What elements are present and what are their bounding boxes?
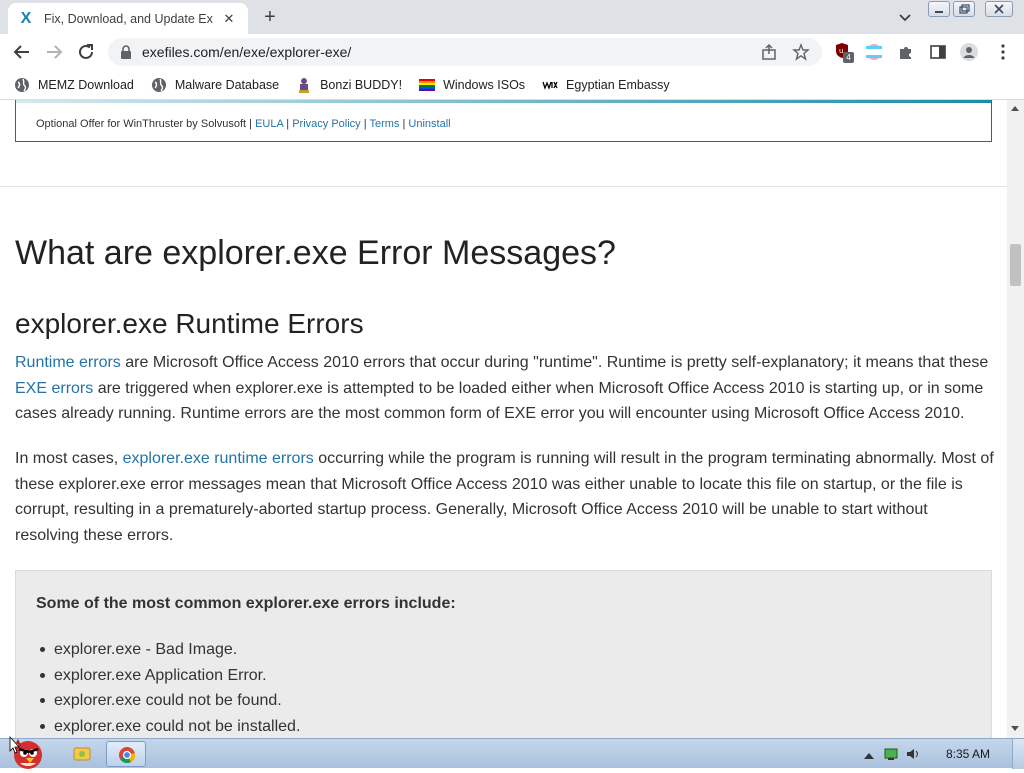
bookmarks-bar: MEMZ Download Malware Database Bonzi BUD… [0,70,1024,100]
list-item: explorer.exe - Bad Image. [39,637,300,663]
back-arrow-icon[interactable] [11,41,33,63]
restore-button[interactable] [953,1,975,17]
extension-badge: 4 [843,52,854,63]
close-window-button[interactable] [985,1,1013,17]
browser-window: X Fix, Download, and Update Ex ✕ + exefi… [0,0,1024,738]
offer-label: Optional Offer for WinThruster by Solvus… [36,118,256,130]
clock[interactable]: 8:35 AM [946,747,990,761]
address-bar[interactable]: exefiles.com/en/exe/explorer-exe/ [108,38,822,66]
tab-title: Fix, Download, and Update Ex [44,11,213,26]
bookmark-star-icon[interactable] [792,43,810,61]
share-icon[interactable] [760,43,778,61]
tab-strip: X Fix, Download, and Update Ex ✕ + [0,0,1024,34]
new-tab-button[interactable]: + [259,6,281,28]
taskbar: 8:35 AM [0,735,1024,769]
browser-toolbar: exefiles.com/en/exe/explorer-exe/ u 4 [0,34,1024,70]
bookmark-label: MEMZ Download [38,77,134,92]
bookmark-label: Windows ISOs [443,77,526,92]
tray-expand-arrow-icon[interactable] [862,749,876,763]
terms-link[interactable]: Terms [369,118,399,130]
profile-avatar-icon[interactable] [960,43,978,61]
extensions-puzzle-icon[interactable] [897,43,915,61]
offer-accent-bar [16,100,991,103]
exe-errors-link[interactable]: EXE errors [15,380,93,397]
url-text: exefiles.com/en/exe/explorer-exe/ [142,44,352,60]
common-errors-box: Some of the most common explorer.exe err… [15,570,992,738]
bookmark-label: Egyptian Embassy [566,77,670,92]
tab-close-icon[interactable]: ✕ [220,10,238,28]
list-item: explorer.exe could not be found. [39,688,300,714]
exefiles-favicon-icon: X [20,9,32,27]
page-scrollbar[interactable] [1007,100,1024,738]
show-desktop-button[interactable] [1012,739,1024,769]
globe-icon [15,77,29,92]
menu-kebab-icon[interactable] [994,43,1012,61]
para1-text1: are Microsoft Office Access 2010 errors … [120,354,989,371]
para1-text2: are triggered when explorer.exe is attem… [15,379,984,423]
bookmark-egyptian-embassy[interactable]: Egyptian Embassy [542,77,670,93]
reload-icon[interactable] [75,41,97,63]
scroll-down-arrow-icon[interactable] [1011,726,1019,731]
browser-tab[interactable]: X Fix, Download, and Update Ex ✕ [8,3,248,34]
page-content: Optional Offer for WinThruster by Solvus… [0,100,1007,738]
bookmark-windows-isos[interactable]: Windows ISOs [419,77,525,93]
common-errors-heading: Some of the most common explorer.exe err… [36,595,456,612]
lock-icon[interactable] [120,45,132,59]
para2-text1: In most cases, [15,450,123,467]
most-cases-paragraph: In most cases, explorer.exe runtime erro… [15,446,995,548]
section-divider [0,186,1007,187]
common-errors-list: explorer.exe - Bad Image. explorer.exe A… [39,637,300,739]
bookmark-malware-database[interactable]: Malware Database [151,77,279,93]
network-icon[interactable] [884,747,898,761]
runtime-errors-paragraph: Runtime errors are Microsoft Office Acce… [15,350,995,427]
list-item: explorer.exe could not be installed. [39,714,300,739]
bookmark-memz-download[interactable]: MEMZ Download [14,77,134,93]
rainbow-flag-icon [419,78,436,91]
taskbar-chrome-item[interactable] [106,741,146,767]
bonzi-icon [299,77,310,93]
uninstall-link[interactable]: Uninstall [408,118,450,130]
offer-text: Optional Offer for WinThruster by Solvus… [36,118,451,130]
runtime-errors-link[interactable]: Runtime errors [15,354,121,371]
explorer-runtime-errors-link[interactable]: explorer.exe runtime errors [123,450,314,467]
bookmark-label: Bonzi BUDDY! [320,77,403,92]
bookmark-label: Malware Database [174,77,280,92]
scroll-up-arrow-icon[interactable] [1011,106,1019,111]
forward-arrow-icon[interactable] [43,41,65,63]
eula-link[interactable]: EULA [255,118,283,130]
list-item: explorer.exe Application Error. [39,663,300,689]
volume-icon[interactable] [906,747,920,761]
optional-offer-box: Optional Offer for WinThruster by Solvus… [15,100,992,142]
bookmark-bonzi-buddy[interactable]: Bonzi BUDDY! [296,77,402,93]
globe-icon [151,77,166,92]
wix-icon [542,80,558,90]
minimize-button[interactable] [928,1,950,17]
chrome-icon [119,747,136,763]
ublock-extension-icon[interactable]: u 4 [834,42,854,63]
scrollbar-thumb[interactable] [1010,244,1021,286]
tab-search-chevron-icon[interactable] [896,8,914,26]
privacy-policy-link[interactable]: Privacy Policy [292,118,360,130]
flag-extension-icon[interactable] [865,43,883,61]
section-heading: explorer.exe Runtime Errors [15,308,364,339]
side-panel-icon[interactable] [929,43,947,61]
taskbar-explorer-item[interactable] [62,741,102,767]
page-heading: What are explorer.exe Error Messages? [15,234,616,272]
start-button-angry-bird-icon[interactable] [2,733,50,769]
